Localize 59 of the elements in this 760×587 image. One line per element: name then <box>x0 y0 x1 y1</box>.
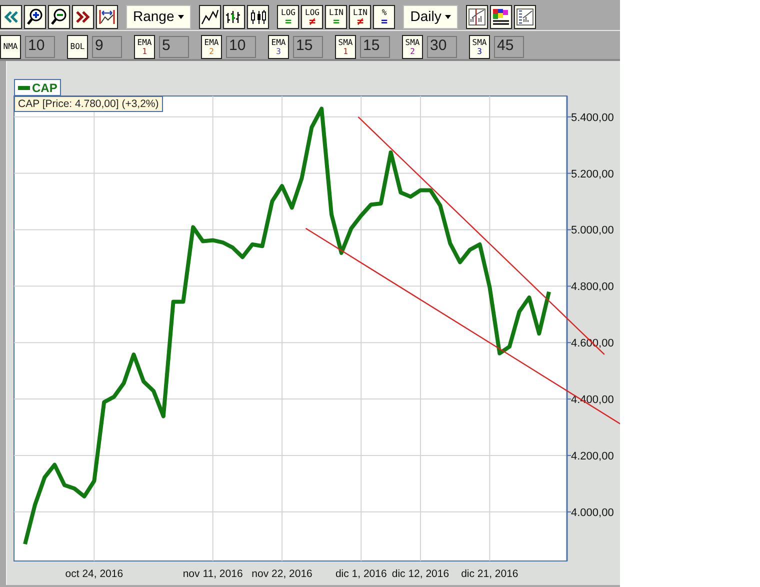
period-field[interactable]: 9 <box>92 36 122 58</box>
x-axis-label: dic 1, 2016 <box>335 568 387 580</box>
period-field[interactable]: 10 <box>25 36 55 58</box>
zoom-in-icon <box>26 8 44 26</box>
period-field[interactable]: 15 <box>360 36 390 58</box>
period-field[interactable]: 15 <box>293 36 323 58</box>
scroll-right-button[interactable] <box>72 4 94 28</box>
indicator-button[interactable]: EMA 1 <box>134 34 155 58</box>
legend-label: CAP <box>32 80 58 96</box>
indicator-button[interactable]: NMA <box>0 34 21 58</box>
zoom-in-button[interactable] <box>24 4 46 28</box>
scale-button[interactable]: LIN = <box>325 4 348 28</box>
y-axis-label: 5.000,00 <box>571 224 614 237</box>
indicator-button[interactable]: BOL <box>67 34 88 58</box>
x-axis-label: dic 21, 2016 <box>461 568 518 580</box>
y-axis-label: 5.400,00 <box>571 112 614 124</box>
scale-button[interactable]: LIN ≠ <box>349 4 372 28</box>
colors-button[interactable] <box>490 4 512 28</box>
scale-button[interactable]: LOG = <box>277 4 300 28</box>
period-field[interactable]: 30 <box>427 36 457 58</box>
line-chart-button[interactable] <box>199 4 222 28</box>
fit-range-button[interactable] <box>96 4 118 28</box>
scroll-right-icon <box>75 10 91 24</box>
price-tooltip: CAP [Price: 4.780,00] (+3,2%) <box>14 96 163 112</box>
legend-swatch-icon <box>18 86 30 90</box>
x-axis-label: dic 12, 2016 <box>392 568 450 580</box>
x-axis-label: nov 22, 2016 <box>252 568 312 580</box>
fit-range-icon <box>98 8 116 26</box>
crosshair-chart-button[interactable] <box>466 4 488 28</box>
scroll-left-icon <box>3 10 19 24</box>
y-axis-label: 5.200,00 <box>571 168 614 180</box>
period-field[interactable]: 10 <box>226 36 256 58</box>
scale-button[interactable]: % = <box>373 4 396 28</box>
y-axis-label: 4.800,00 <box>571 281 614 294</box>
x-axis-label: nov 11, 2016 <box>182 568 243 580</box>
indicator-button[interactable]: SMA 1 <box>335 34 356 58</box>
axis-chart-icon <box>516 8 534 26</box>
scale-button[interactable]: LOG ≠ <box>301 4 324 28</box>
candlestick-chart-button[interactable] <box>247 4 270 28</box>
range-dropdown[interactable]: Range <box>126 4 192 28</box>
indicator-button[interactable]: EMA 3 <box>268 34 289 58</box>
axis-chart-button[interactable] <box>514 4 536 28</box>
period-field[interactable]: 45 <box>494 36 524 58</box>
bar-chart-button[interactable] <box>223 4 246 28</box>
scroll-left-button[interactable] <box>0 4 22 28</box>
y-axis-label: 4.200,00 <box>571 450 614 462</box>
zoom-out-icon <box>50 8 68 26</box>
indicator-button[interactable]: SMA 2 <box>402 34 423 58</box>
line-chart-icon <box>201 8 220 24</box>
candlestick-chart-icon <box>249 8 268 24</box>
y-axis-label: 4.000,00 <box>571 506 614 519</box>
period-field[interactable]: 5 <box>159 36 189 58</box>
colors-icon <box>492 8 510 26</box>
indicator-button[interactable]: EMA 2 <box>201 34 222 58</box>
period-dropdown[interactable]: Daily <box>403 4 458 28</box>
zoom-out-button[interactable] <box>48 4 70 28</box>
crosshair-chart-icon <box>468 8 486 26</box>
indicator-button[interactable]: SMA 3 <box>469 34 490 58</box>
x-axis-label: oct 24, 2016 <box>65 568 124 580</box>
